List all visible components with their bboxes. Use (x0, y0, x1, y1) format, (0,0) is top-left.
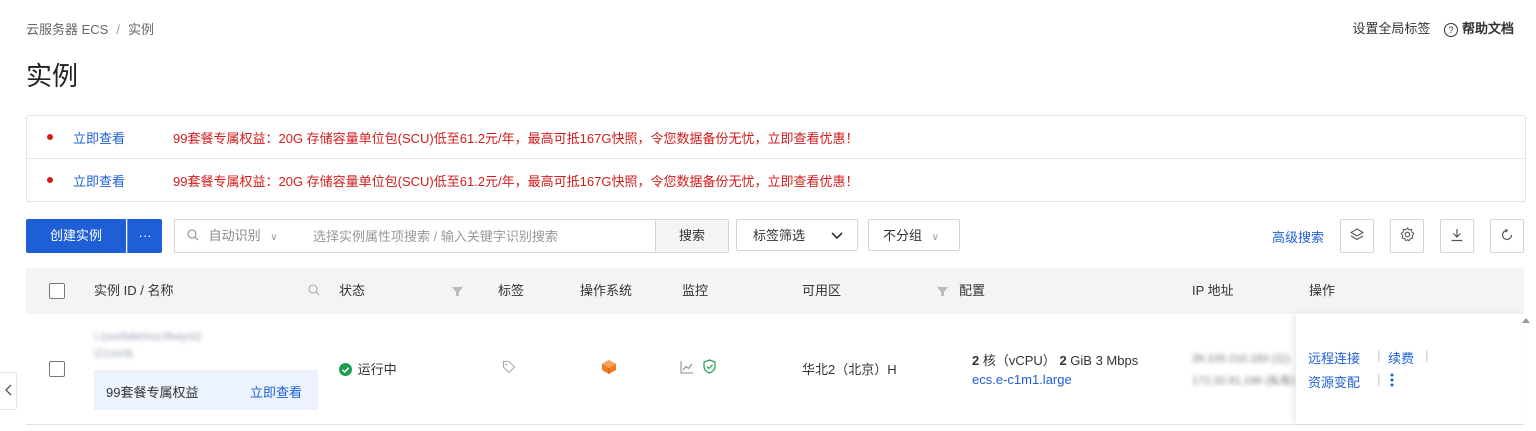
status-cell: 运行中 (339, 359, 397, 378)
remote-connect-link[interactable]: 远程连接 (1308, 348, 1360, 367)
layers-button[interactable] (1340, 219, 1374, 253)
select-all-checkbox[interactable] (49, 283, 65, 299)
config-summary: 2 核（vCPU） 2 GiB 3 Mbps (972, 350, 1138, 369)
col-tags: 标签 (498, 283, 525, 298)
promo-banner: 立即查看 99套餐专属权益：20G 存储容量单位包(SCU)低至61.2元/年，… (27, 116, 1525, 159)
instance-name[interactable]: iZ2ze0b (94, 348, 133, 360)
chevron-left-icon (4, 384, 12, 399)
help-circle-icon: ? (1443, 22, 1458, 37)
banner-text[interactable]: 99套餐专属权益：20G 存储容量单位包(SCU)低至61.2元/年，最高可抵1… (173, 128, 858, 147)
promo-banner-list: 立即查看 99套餐专属权益：20G 存储容量单位包(SCU)低至61.2元/年，… (26, 115, 1526, 202)
export-button[interactable] (1440, 219, 1474, 253)
search-box: 自动识别 ∨ 搜索 (174, 219, 729, 253)
operations-cell: 远程连接 | 续费 | 资源变配 | (1296, 314, 1524, 424)
create-instance-button[interactable]: 创建实例 (26, 219, 126, 253)
zone-filter-icon[interactable] (937, 285, 948, 300)
promo-card-text: 99套餐专属权益 (106, 385, 199, 400)
instance-promo-card: 99套餐专属权益 立即查看 (94, 370, 318, 410)
search-mode-label: 自动识别 (208, 228, 261, 243)
page-title: 实例 (26, 61, 79, 91)
tag-filter-dropdown[interactable]: 标签筛选 (736, 219, 858, 251)
ops-divider: | (1377, 348, 1381, 363)
advanced-search-link[interactable]: 高级搜索 (1272, 227, 1324, 246)
top-actions: 设置全局标签 ? 帮助文档 (1352, 18, 1514, 37)
config-memory-unit: GiB 3 Mbps (1070, 353, 1139, 368)
bullet-dot-icon (47, 177, 53, 183)
refresh-icon (1500, 228, 1514, 245)
public-ip[interactable]: 39.105.210.183 (公) (1192, 350, 1290, 366)
tag-filter-label: 标签筛选 (753, 228, 806, 243)
status-filter-icon[interactable] (452, 285, 463, 300)
ops-divider: | (1425, 348, 1429, 363)
banner-view-link[interactable]: 立即查看 (73, 128, 173, 147)
chevron-down-icon: ∨ (931, 232, 939, 243)
collapse-sidebar-handle[interactable] (0, 372, 17, 410)
col-ip: IP 地址 (1192, 283, 1234, 298)
chevron-down-icon (831, 220, 843, 252)
promo-card-link[interactable]: 立即查看 (250, 382, 302, 401)
table-header: 实例 ID / 名称 状态 标签 操作系统 监控 可用区 配置 IP 地址 操作 (26, 268, 1524, 314)
col-instance-id: 实例 ID / 名称 (94, 283, 174, 298)
monitor-chart-icon[interactable] (680, 360, 694, 377)
renew-link[interactable]: 续费 (1388, 348, 1414, 367)
os-alibaba-cloud-linux-icon (601, 359, 617, 378)
gear-icon (1400, 227, 1415, 245)
col-config: 配置 (959, 283, 986, 298)
breadcrumb-root[interactable]: 云服务器 ECS (26, 22, 108, 37)
refresh-button[interactable] (1490, 219, 1524, 253)
search-mode-select[interactable]: 自动识别 ∨ (187, 220, 278, 254)
scroll-up-arrow-icon[interactable] (1522, 318, 1530, 323)
global-tags-link[interactable]: 设置全局标签 (1352, 21, 1430, 36)
zone-text: 华北2（北京）H (802, 362, 897, 377)
check-circle-icon (339, 362, 352, 377)
search-button[interactable]: 搜索 (655, 220, 728, 252)
bullet-dot-icon (47, 134, 53, 140)
more-vertical-icon[interactable] (1390, 372, 1394, 391)
config-cores-unit: 核（vCPU） (982, 353, 1056, 368)
search-icon (187, 228, 203, 243)
download-icon (1450, 228, 1464, 245)
column-search-icon[interactable] (308, 284, 320, 299)
config-cores: 2 (972, 353, 980, 368)
ops-divider: | (1377, 372, 1381, 387)
col-status: 状态 (339, 283, 366, 298)
col-monitor: 监控 (682, 283, 709, 298)
table-row: i-2ze0b8e0viz3fwiyxt2 iZ2ze0b 99套餐专属权益 立… (26, 314, 1524, 425)
layers-icon (1349, 227, 1365, 245)
col-zone: 可用区 (802, 283, 842, 298)
chevron-down-icon: ∨ (270, 232, 278, 243)
breadcrumb-current: 实例 (127, 22, 154, 37)
search-input[interactable] (313, 227, 653, 245)
instance-id-link[interactable]: i-2ze0b8e0viz3fwiyxt2 (94, 331, 202, 343)
banner-text[interactable]: 99套餐专属权益：20G 存储容量单位包(SCU)低至61.2元/年，最高可抵1… (173, 171, 858, 190)
config-memory: 2 (1059, 353, 1067, 368)
more-actions-button[interactable]: ··· (127, 219, 162, 253)
promo-banner: 立即查看 99套餐专属权益：20G 存储容量单位包(SCU)低至61.2元/年，… (27, 159, 1525, 201)
settings-button[interactable] (1390, 219, 1424, 253)
private-ip[interactable]: 172.20.81.196 (私有) (1192, 372, 1295, 388)
breadcrumb: 云服务器 ECS / 实例 (26, 19, 154, 38)
col-os: 操作系统 (580, 283, 633, 298)
group-select-label: 不分组 (883, 228, 923, 243)
breadcrumb-separator: / (116, 22, 120, 37)
instance-spec-link[interactable]: ecs.e-c1m1.large (972, 372, 1072, 387)
help-docs-link[interactable]: 帮助文档 (1462, 21, 1514, 36)
group-select[interactable]: 不分组 ∨ (868, 219, 960, 251)
security-shield-icon[interactable] (702, 359, 717, 377)
banner-view-link[interactable]: 立即查看 (73, 171, 173, 190)
col-ops: 操作 (1309, 283, 1336, 298)
tag-icon[interactable] (502, 360, 516, 377)
status-text: 运行中 (357, 362, 397, 377)
resize-link[interactable]: 资源变配 (1308, 372, 1360, 391)
row-checkbox[interactable] (49, 361, 65, 377)
